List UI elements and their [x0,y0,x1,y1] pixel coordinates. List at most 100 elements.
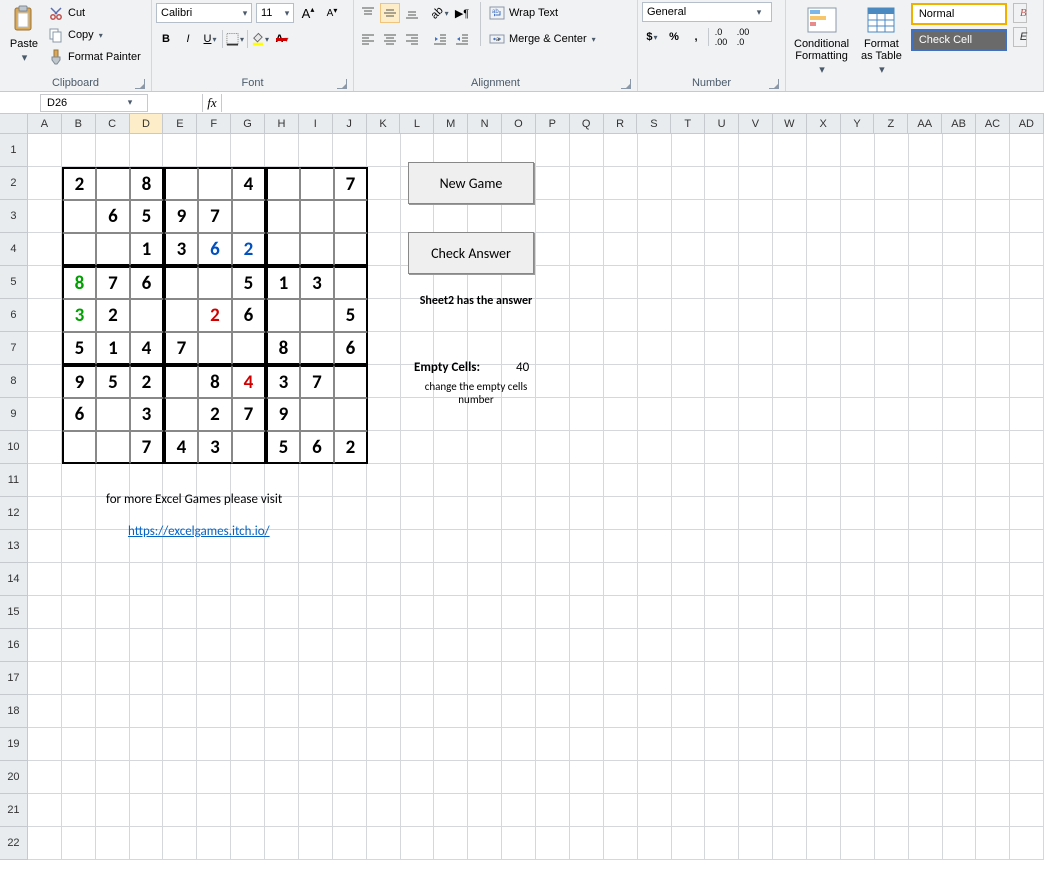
cell-AC19[interactable] [976,728,1010,761]
cell-N12[interactable] [468,497,502,530]
cell-R4[interactable] [604,233,638,266]
cell-AB19[interactable] [943,728,977,761]
sudoku-cell-r1c1[interactable]: 2 [62,167,96,200]
cell-B11[interactable] [62,464,96,497]
cell-A22[interactable] [28,827,62,860]
cell-R18[interactable] [604,695,638,728]
cell-Q17[interactable] [570,662,604,695]
cell-V18[interactable] [739,695,773,728]
cell-Q18[interactable] [570,695,604,728]
cell-P13[interactable] [536,530,570,563]
cell-E17[interactable] [163,662,197,695]
cell-F20[interactable] [197,761,231,794]
cell-M20[interactable] [434,761,468,794]
cell-AA15[interactable] [909,596,943,629]
cell-G14[interactable] [231,563,265,596]
cell-O10[interactable] [502,431,536,464]
cell-Z19[interactable] [875,728,909,761]
sudoku-cell-r3c7[interactable] [266,233,300,266]
row-header-4[interactable]: 4 [0,233,28,266]
row-header-1[interactable]: 1 [0,134,28,167]
cell-P12[interactable] [536,497,570,530]
cell-Q13[interactable] [570,530,604,563]
cell-J20[interactable] [333,761,367,794]
cell-G19[interactable] [231,728,265,761]
cell-T8[interactable] [672,365,706,398]
sudoku-cell-r4c3[interactable]: 6 [130,266,164,299]
cell-Z21[interactable] [875,794,909,827]
font-name-combo[interactable]: ▾ [156,3,252,23]
formula-input[interactable] [222,94,1044,112]
cell-O3[interactable] [502,200,536,233]
cell-Y19[interactable] [841,728,875,761]
cell-S22[interactable] [638,827,672,860]
cell-AD14[interactable] [1010,563,1044,596]
cell-Q19[interactable] [570,728,604,761]
cell-G22[interactable] [231,827,265,860]
cell-AA3[interactable] [909,200,943,233]
cell-G16[interactable] [231,629,265,662]
cell-T15[interactable] [672,596,706,629]
cell-M10[interactable] [434,431,468,464]
cell-AA20[interactable] [909,761,943,794]
sudoku-cell-r3c3[interactable]: 1 [130,233,164,266]
cell-Y9[interactable] [841,398,875,431]
cell-Z6[interactable] [875,299,909,332]
cell-O16[interactable] [502,629,536,662]
cell-W19[interactable] [773,728,807,761]
cell-Y10[interactable] [841,431,875,464]
sudoku-cell-r8c1[interactable]: 6 [62,398,96,431]
cell-AA19[interactable] [909,728,943,761]
cell-Y11[interactable] [841,464,875,497]
cell-K4[interactable] [367,233,401,266]
cell-AD20[interactable] [1010,761,1044,794]
cell-C14[interactable] [96,563,130,596]
cell-AB1[interactable] [943,134,977,167]
cell-AC21[interactable] [976,794,1010,827]
cell-O21[interactable] [502,794,536,827]
cell-AC3[interactable] [976,200,1010,233]
sudoku-cell-r4c2[interactable]: 7 [96,266,130,299]
row-header-13[interactable]: 13 [0,530,28,563]
cell-K17[interactable] [367,662,401,695]
cell-V7[interactable] [739,332,773,365]
cell-M14[interactable] [434,563,468,596]
cell-X14[interactable] [807,563,841,596]
cell-F18[interactable] [197,695,231,728]
cell-AD9[interactable] [1010,398,1044,431]
cell-AC7[interactable] [976,332,1010,365]
cell-U8[interactable] [705,365,739,398]
cell-W15[interactable] [773,596,807,629]
cell-T10[interactable] [672,431,706,464]
cell-W5[interactable] [773,266,807,299]
cell-Y21[interactable] [841,794,875,827]
cell-Q21[interactable] [570,794,604,827]
sudoku-cell-r6c3[interactable]: 4 [130,332,164,365]
sudoku-cell-r2c9[interactable] [334,200,368,233]
cell-V3[interactable] [739,200,773,233]
cell-AD19[interactable] [1010,728,1044,761]
cell-Y16[interactable] [841,629,875,662]
cell-K10[interactable] [367,431,401,464]
cell-K18[interactable] [367,695,401,728]
cell-W4[interactable] [773,233,807,266]
sudoku-cell-r6c8[interactable] [300,332,334,365]
cell-H19[interactable] [265,728,299,761]
sudoku-cell-r3c4[interactable]: 3 [164,233,198,266]
cell-AD17[interactable] [1010,662,1044,695]
cell-AC18[interactable] [976,695,1010,728]
row-header-8[interactable]: 8 [0,365,28,398]
sudoku-cell-r1c8[interactable] [300,167,334,200]
cell-T14[interactable] [672,563,706,596]
sudoku-cell-r1c7[interactable] [266,167,300,200]
cell-U15[interactable] [705,596,739,629]
cell-B14[interactable] [62,563,96,596]
col-header-W[interactable]: W [773,114,807,133]
sudoku-cell-r8c3[interactable]: 3 [130,398,164,431]
cell-A10[interactable] [28,431,62,464]
cell-S18[interactable] [638,695,672,728]
col-header-T[interactable]: T [671,114,705,133]
cell-B19[interactable] [62,728,96,761]
sudoku-cell-r8c2[interactable] [96,398,130,431]
cell-L11[interactable] [401,464,435,497]
